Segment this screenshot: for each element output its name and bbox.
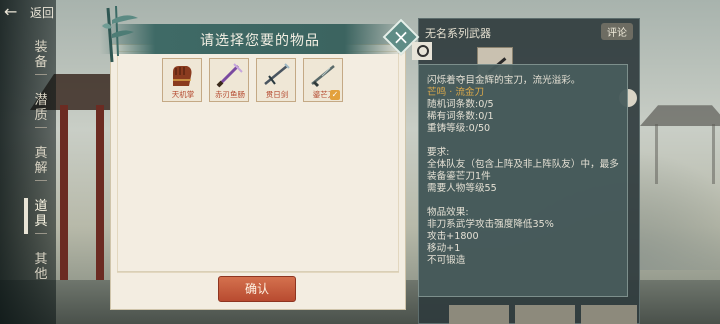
building-pillar bbox=[96, 105, 104, 285]
item-name: 天机掌 bbox=[171, 90, 195, 99]
tab-label: 解 bbox=[34, 161, 48, 176]
tab-label: 他 bbox=[34, 267, 48, 282]
bamboo-decoration-icon bbox=[102, 6, 138, 63]
tooltip-stat: 随机词条数:0/5 bbox=[427, 99, 494, 110]
item-name: 赤刃鱼肠 bbox=[215, 90, 245, 99]
tab-equipment[interactable]: 装 备 bbox=[26, 40, 56, 79]
tab-label: 道 bbox=[34, 199, 48, 214]
tooltip-stat: 稀有词条数:0/1 bbox=[427, 111, 494, 122]
requirement-level: 需要人物等级55 bbox=[427, 183, 497, 194]
tooltip-stat: 重铸等级:0/50 bbox=[427, 123, 491, 134]
building-pillar bbox=[60, 105, 68, 285]
tab-label: 其 bbox=[34, 252, 48, 267]
item-red-blade-fish-gut[interactable]: 赤刃鱼肠 bbox=[209, 58, 249, 102]
tab-divider bbox=[35, 127, 47, 128]
glove-icon bbox=[173, 66, 192, 86]
effect-line: 非刀系武学攻击强度降低35% bbox=[427, 219, 554, 230]
item-grid: 天机掌 赤刃鱼肠 贯日剑 鎏芒刀 ✓ bbox=[162, 58, 343, 102]
tab-divider bbox=[35, 74, 47, 75]
tab-divider bbox=[35, 233, 47, 234]
effect-line: 不可锻造 bbox=[427, 255, 466, 266]
effect-title: 物品效果: bbox=[427, 207, 469, 218]
tab-label: 备 bbox=[34, 55, 48, 70]
item-sun-piercing-sword[interactable]: 贯日剑 bbox=[256, 58, 296, 102]
panel-action-button[interactable] bbox=[515, 305, 575, 324]
tab-items[interactable]: 道 具 bbox=[26, 199, 56, 238]
back-label: 返回 bbox=[30, 5, 55, 20]
effect-line: 攻击+1800 bbox=[427, 231, 479, 242]
item-tooltip: 闪烁着夺目金辉的宝刀，流光溢彩。 芒鸣 · 流金刀 随机词条数:0/5 稀有词条… bbox=[418, 64, 628, 297]
dialog-divider bbox=[117, 271, 399, 272]
panel-action-button[interactable] bbox=[581, 305, 637, 324]
sword-icon bbox=[264, 63, 290, 85]
tooltip-description: 闪烁着夺目金辉的宝刀，流光溢彩。 bbox=[427, 75, 581, 86]
tooltip-highlight: 芒鸣 · 流金刀 bbox=[427, 87, 485, 98]
dialog-title: 请选择您要的物品 bbox=[200, 33, 320, 49]
search-icon[interactable] bbox=[412, 42, 432, 60]
pavilion-roof bbox=[640, 105, 720, 126]
tab-true-solution[interactable]: 真 解 bbox=[26, 146, 56, 185]
tab-label: 潜 bbox=[34, 93, 48, 108]
panel-action-button[interactable] bbox=[449, 305, 509, 324]
item-name: 贯日剑 bbox=[265, 90, 289, 99]
selected-check-icon: ✓ bbox=[330, 90, 340, 100]
tab-divider bbox=[35, 180, 47, 181]
item-tianji-palm[interactable]: 天机掌 bbox=[162, 58, 202, 102]
tab-other[interactable]: 其 他 bbox=[26, 252, 56, 282]
back-button[interactable]: ← 返回 bbox=[4, 2, 54, 22]
category-tabs: 装 备 潜 质 真 解 道 具 其 他 bbox=[26, 40, 56, 296]
dagger-icon bbox=[216, 63, 243, 88]
requirement-text: 全体队友（包含上阵及非上阵队友）中，最多装备鎏芒刀1件 bbox=[427, 159, 619, 182]
requirement-title: 要求: bbox=[427, 147, 450, 158]
tab-label: 装 bbox=[34, 40, 48, 55]
active-tab-indicator bbox=[24, 198, 28, 234]
back-arrow-icon: ← bbox=[4, 2, 18, 21]
close-icon[interactable]: × bbox=[388, 24, 414, 50]
tab-label: 质 bbox=[34, 108, 48, 123]
tab-label: 具 bbox=[34, 214, 48, 229]
panel-title: 无名系列武器 bbox=[425, 27, 491, 40]
confirm-button[interactable]: 确认 bbox=[218, 276, 296, 302]
blade-icon bbox=[311, 65, 335, 88]
tab-potential[interactable]: 潜 质 bbox=[26, 93, 56, 132]
dialog-header: 请选择您要的物品 bbox=[100, 24, 406, 54]
review-button[interactable]: 评论 bbox=[601, 23, 633, 40]
effect-line: 移动+1 bbox=[427, 243, 461, 254]
tab-label: 真 bbox=[34, 146, 48, 161]
pavilion bbox=[655, 124, 715, 184]
item-liumang-blade[interactable]: 鎏芒刀 ✓ bbox=[303, 58, 343, 102]
